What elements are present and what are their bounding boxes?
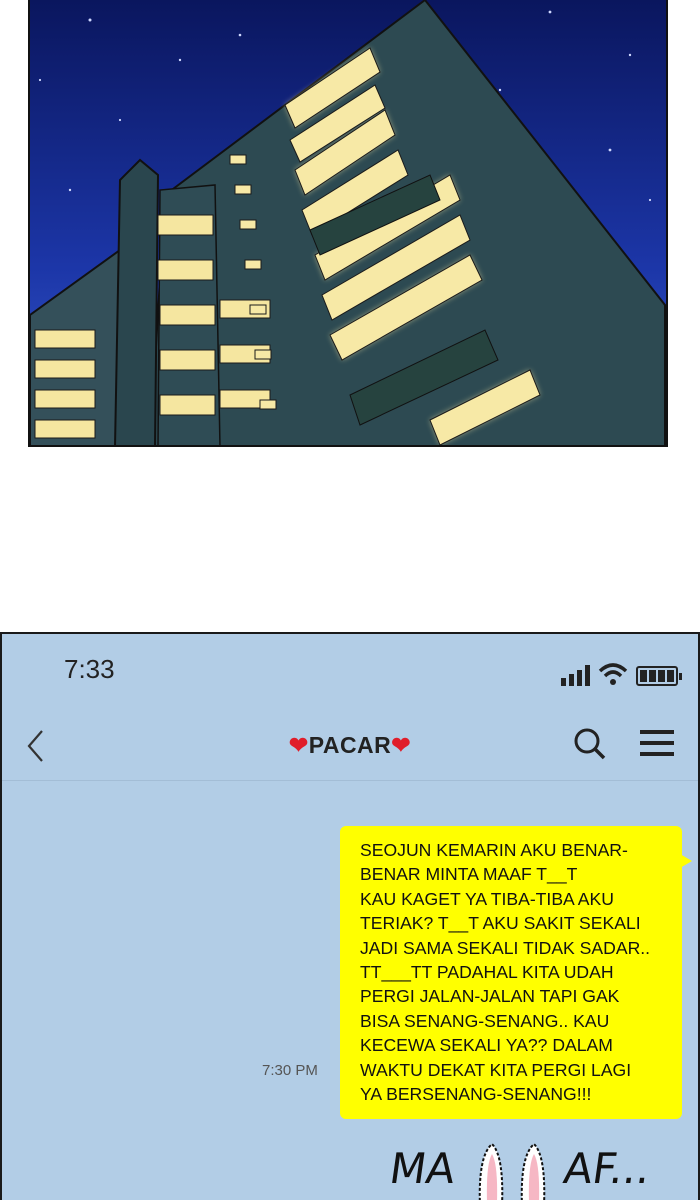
bunny-ears-icon <box>478 1142 546 1200</box>
menu-icon[interactable] <box>638 728 676 758</box>
chat-header: ❤PACAR❤ <box>2 714 698 781</box>
status-time: 7:33 <box>64 654 115 684</box>
status-icons <box>561 662 682 686</box>
sticker-text-right: AF... <box>560 1144 654 1193</box>
sticker-text-left: MA <box>386 1144 459 1193</box>
message-timestamp: 7:30 PM <box>262 1062 318 1079</box>
chat-title-text: PACAR <box>308 732 392 758</box>
search-icon[interactable] <box>572 726 608 762</box>
battery-icon <box>636 666 682 686</box>
sent-message-bubble[interactable]: SEOJUN KEMARIN AKU BENAR- BENAR MINTA MA… <box>340 826 692 1119</box>
night-building-illustration <box>28 0 668 447</box>
sorry-sticker[interactable]: MA AF... <box>382 1134 654 1200</box>
wifi-icon <box>598 663 628 685</box>
heart-icon: ❤ <box>288 732 309 758</box>
chat-screen: 7:33 ❤PACAR❤ SEOJUN KEMARIN AKU BENAR- B… <box>0 632 700 1200</box>
signal-icon <box>561 664 590 686</box>
heart-icon: ❤ <box>391 732 412 758</box>
